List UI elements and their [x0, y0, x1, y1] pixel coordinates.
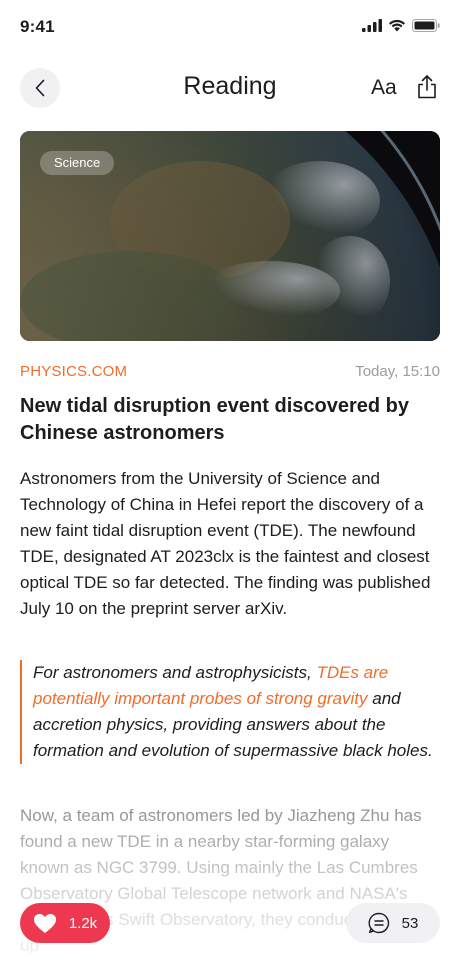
share-button[interactable] [415, 74, 439, 105]
comments-button[interactable]: 53 [346, 903, 440, 943]
cellular-signal-icon [362, 19, 382, 32]
source-link[interactable]: PHYSICS.COM [20, 363, 127, 380]
status-bar: 9:41 [0, 0, 460, 52]
pull-quote: For astronomers and astrophysicists, TDE… [20, 660, 440, 764]
comment-icon [368, 912, 389, 934]
article-meta: PHYSICS.COM Today, 15:10 [20, 363, 440, 383]
article-paragraph-1: Astronomers from the University of Scien… [20, 469, 431, 618]
publish-time: Today, 15:10 [355, 363, 440, 380]
status-icons [362, 19, 440, 32]
battery-icon [412, 19, 440, 32]
comment-count: 53 [401, 914, 419, 932]
heart-icon [33, 913, 56, 933]
nav-bar: Reading Aa [0, 62, 460, 114]
category-chip[interactable]: Science [40, 151, 115, 175]
like-count: 1.2k [68, 914, 98, 932]
font-size-button[interactable]: Aa [371, 76, 397, 100]
like-button[interactable]: 1.2k [20, 903, 110, 943]
article-headline: New tidal disruption event discovered by… [20, 395, 409, 444]
share-icon [418, 75, 436, 99]
wifi-icon [389, 19, 405, 32]
status-time: 9:41 [20, 17, 55, 36]
hero-image[interactable]: Science [20, 131, 440, 341]
quote-text-start: For astronomers and astrophysicists, [33, 663, 317, 682]
